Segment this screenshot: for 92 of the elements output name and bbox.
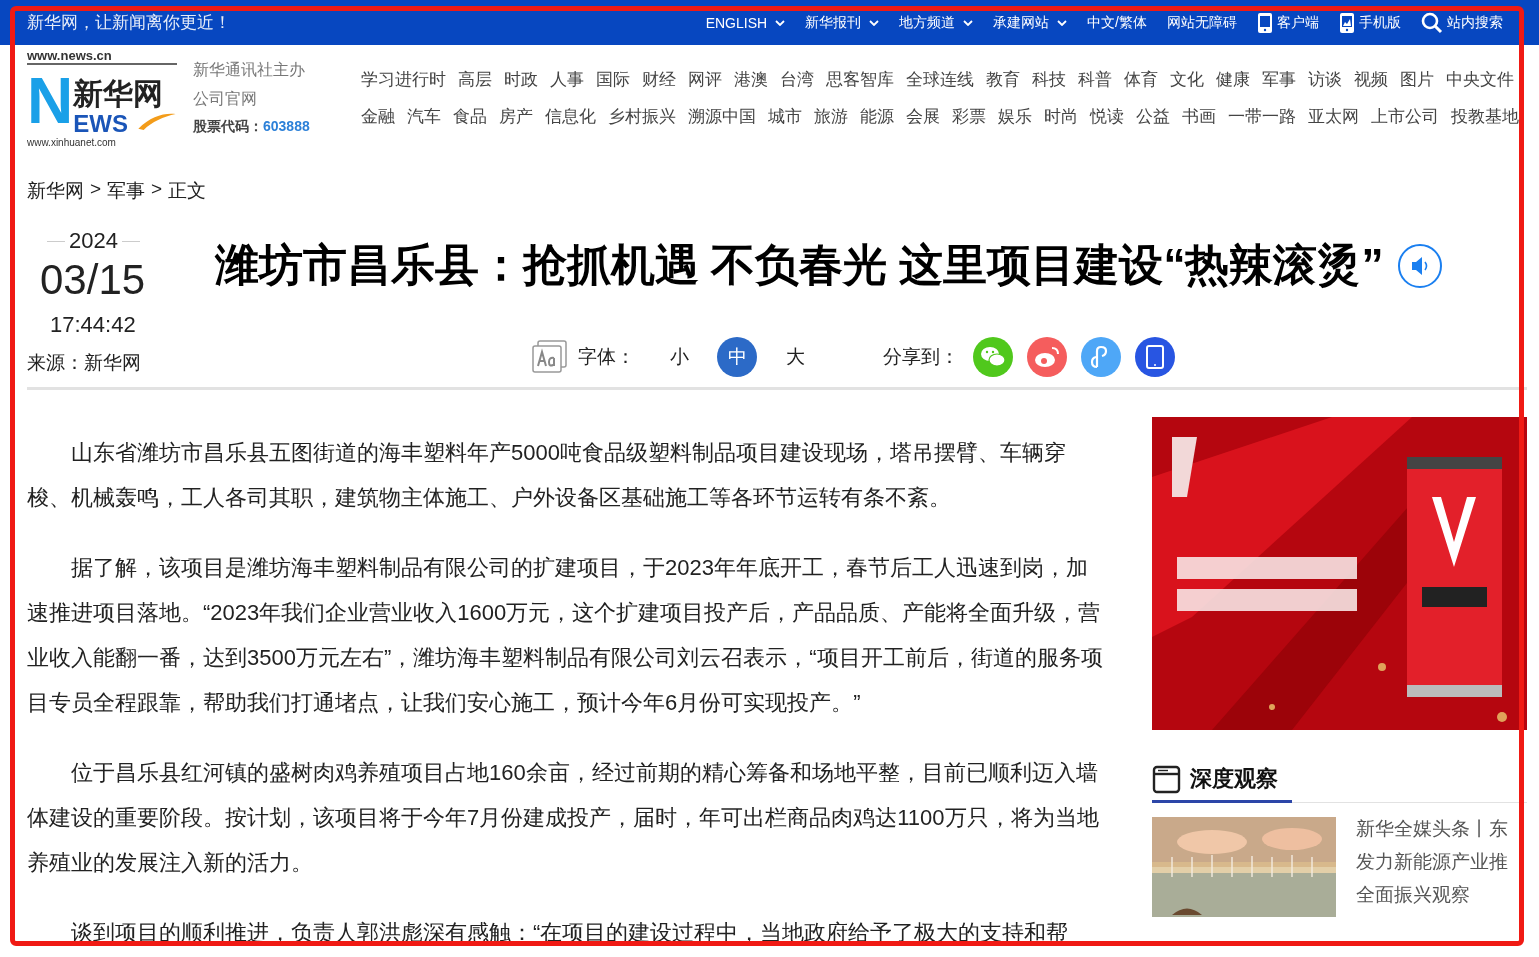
weibo-share-icon[interactable] <box>1027 337 1067 377</box>
channel-link[interactable]: 时尚 <box>1044 104 1078 128</box>
phone-icon <box>1339 10 1355 35</box>
channel-link[interactable]: 汽车 <box>407 104 441 128</box>
channel-link[interactable]: 娱乐 <box>998 104 1032 128</box>
caret-icon <box>963 19 974 26</box>
font-size-icon <box>532 340 568 374</box>
channel-link[interactable]: 会展 <box>906 104 940 128</box>
channel-link[interactable]: 人事 <box>550 67 584 91</box>
mini-program-share-icon[interactable] <box>1081 337 1121 377</box>
channel-link[interactable]: 高层 <box>458 67 492 91</box>
channel-link[interactable]: 科技 <box>1032 67 1066 91</box>
top-nav-link[interactable]: 承建网站 <box>993 13 1068 32</box>
breadcrumb-separator: > <box>151 178 163 201</box>
search-icon <box>1421 11 1443 34</box>
channel-link[interactable]: 投教基地 <box>1451 104 1519 128</box>
site-slogan: 新华网，让新闻离你更近！ <box>27 12 231 34</box>
article-paragraph: 位于昌乐县红河镇的盛树肉鸡养殖项目占地160余亩，经过前期的精心筹备和场地平整，目前已顺利迈入墙体建设的重要阶段。按计划，该项目将于今年7月份建成投产，届时，年可出栏商品肉鸡达1100万只，将为当地养殖业的发展注入新的活力。 <box>27 759 1100 877</box>
font-size-label: 字体： <box>578 345 635 369</box>
caret-icon <box>1057 19 1068 26</box>
channel-link[interactable]: 网评 <box>688 67 722 91</box>
article-year: 2024 <box>69 228 118 254</box>
channel-link[interactable]: 港澳 <box>734 67 768 91</box>
channel-link[interactable]: 亚太网 <box>1308 104 1359 128</box>
feature-headline-link[interactable]: 发力新能源产业推 <box>1356 850 1508 873</box>
window-icon <box>1152 764 1182 794</box>
channel-link[interactable]: 健康 <box>1216 67 1250 91</box>
channel-link[interactable]: 视频 <box>1354 67 1388 91</box>
stock-code-label: 股票代码：603888 <box>193 117 311 136</box>
channel-link[interactable]: 城市 <box>768 104 802 128</box>
top-nav-link[interactable]: ENGLISH <box>705 14 786 31</box>
top-nav-link[interactable]: 中文/繁体 <box>1087 13 1147 32</box>
breadcrumb-link[interactable]: 军事 <box>107 178 146 204</box>
caret-icon <box>869 19 880 26</box>
article-date: 03/15 <box>40 256 146 304</box>
channel-link[interactable]: 科普 <box>1078 67 1112 91</box>
channel-link[interactable]: 书画 <box>1182 104 1216 128</box>
channel-link[interactable]: 体育 <box>1124 67 1158 91</box>
top-nav-link[interactable]: 地方频道 <box>899 13 974 32</box>
font-size-button[interactable]: 中 <box>717 337 757 377</box>
top-nav-link[interactable]: 客户端 <box>1257 10 1319 35</box>
channel-link[interactable]: 上市公司 <box>1371 104 1439 128</box>
channel-link[interactable]: 旅游 <box>814 104 848 128</box>
article-paragraph: 据了解，该项目是潍坊海丰塑料制品有限公司的扩建项目，于2023年年底开工，春节后工人迅速到岗，加速推进项目落地。“2023年我们企业营业收入1600万元，这个扩建项目投产后，产品品质、产能将全面升级，营业收入能翻一番，达到3500万元左右”，潍坊海丰塑料制品有限公司刘云召表示，“项目开工前后，街道的服务项目专员全程跟靠，帮助我们打通堵点，让我们安心施工，预计今年6月份可实现投产。” <box>27 554 1104 717</box>
speaker-icon[interactable] <box>1397 242 1444 289</box>
channel-link[interactable]: 图片 <box>1400 67 1434 91</box>
channel-link[interactable]: 房产 <box>499 104 533 128</box>
section-title: 深度观察 <box>1190 765 1278 793</box>
channel-link[interactable]: 思客智库 <box>826 67 894 91</box>
channel-link[interactable]: 信息化 <box>545 104 596 128</box>
channel-link[interactable]: 溯源中国 <box>688 104 756 128</box>
channel-link[interactable]: 食品 <box>453 104 487 128</box>
channel-link[interactable]: 中央文件 <box>1446 67 1514 91</box>
top-nav-link[interactable]: 站内搜索 <box>1421 11 1503 34</box>
article-source: 来源：新华网 <box>27 351 141 375</box>
tablet-share-icon[interactable] <box>1135 337 1175 377</box>
article-paragraph: 山东省潍坊市昌乐县五图街道的海丰塑料年产5000吨食品级塑料制品项目建设现场，塔吊摆臂、车辆穿梭、机械轰鸣，工人各司其职，建筑物主体施工、户外设备区基础施工等各环节运转有条不紊。 <box>27 439 1067 512</box>
wechat-share-icon[interactable] <box>973 337 1013 377</box>
channel-link[interactable]: 彩票 <box>952 104 986 128</box>
phone-icon <box>1257 10 1273 35</box>
channel-link[interactable]: 乡村振兴 <box>608 104 676 128</box>
channel-link[interactable]: 能源 <box>860 104 894 128</box>
channel-link[interactable]: 时政 <box>504 67 538 91</box>
channel-link[interactable]: 台湾 <box>780 67 814 91</box>
font-size-button[interactable]: 大 <box>775 337 815 377</box>
top-nav-link[interactable]: 网站无障碍 <box>1167 13 1237 32</box>
feature-headline-link[interactable]: 全面振兴观察 <box>1356 883 1508 906</box>
channel-link[interactable]: 金融 <box>361 104 395 128</box>
article-time: 17:44:42 <box>50 312 136 338</box>
channel-link[interactable]: 学习进行时 <box>361 67 446 91</box>
breadcrumb-link[interactable]: 正文 <box>168 178 207 204</box>
channel-link[interactable]: 访谈 <box>1308 67 1342 91</box>
share-label: 分享到： <box>883 345 959 369</box>
channel-link[interactable]: 财经 <box>642 67 676 91</box>
channel-link[interactable]: 文化 <box>1170 67 1204 91</box>
breadcrumb-link[interactable]: 新华网 <box>27 178 84 204</box>
top-nav-link[interactable]: 新华报刊 <box>805 13 880 32</box>
feature-headline-link[interactable]: 新华全媒头条丨东 <box>1356 817 1508 840</box>
breadcrumb-separator: > <box>90 178 102 201</box>
font-size-button[interactable]: 小 <box>659 337 699 377</box>
caret-icon <box>775 19 786 26</box>
channel-link[interactable]: 悦读 <box>1090 104 1124 128</box>
top-nav-link[interactable]: 手机版 <box>1339 10 1401 35</box>
channel-link[interactable]: 一带一路 <box>1228 104 1296 128</box>
channel-link[interactable]: 教育 <box>986 67 1020 91</box>
org-label: 公司官网 <box>193 88 258 109</box>
channel-link[interactable]: 军事 <box>1262 67 1296 91</box>
channel-link[interactable]: 公益 <box>1136 104 1170 128</box>
channel-link[interactable]: 国际 <box>596 67 630 91</box>
article-title: 潍坊市昌乐县：抢抓机遇 不负春光 这里项目建设“热辣滚烫” <box>215 239 1384 291</box>
channel-link[interactable]: 全球连线 <box>906 67 974 91</box>
org-label: 新华通讯社主办 <box>193 59 306 80</box>
